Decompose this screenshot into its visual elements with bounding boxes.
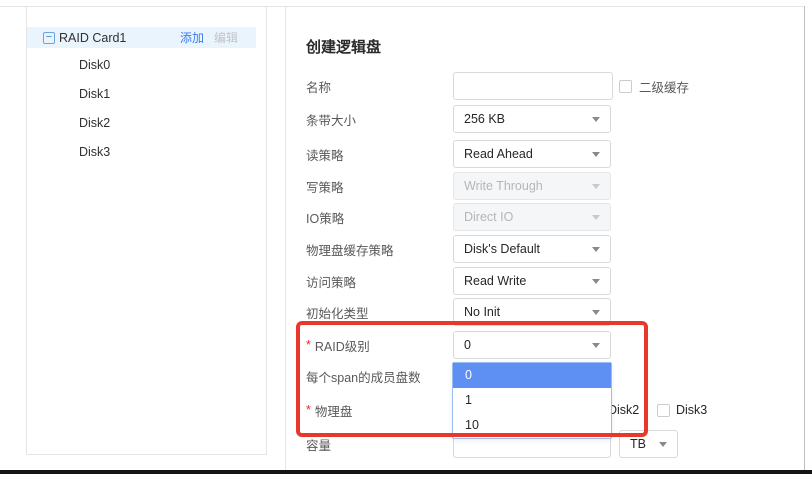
pd-cache-policy-label: 物理盘缓存策略 [306,240,453,259]
chevron-down-icon [592,247,600,252]
tree-node-label: RAID Card1 [59,31,126,45]
physical-disks-label: * 物理盘 [306,401,453,420]
io-policy-value: Direct IO [464,210,513,224]
tree-node-raid-card[interactable]: − RAID Card1 添加 编辑 [27,27,256,48]
stripe-size-value: 256 KB [464,112,505,126]
init-type-select[interactable]: No Init [453,298,611,326]
write-policy-select: Write Through [453,172,611,200]
frame-right-border [804,6,805,471]
chevron-down-icon [592,152,600,157]
chevron-down-icon [592,215,600,220]
stripe-size-label: 条带大小 [306,110,453,129]
chevron-down-icon [592,310,600,315]
row-pd-cache-policy: 物理盘缓存策略 Disk's Default [306,235,611,263]
access-policy-select[interactable]: Read Write [453,267,611,295]
disk2-label: Disk2 [608,403,639,417]
row-io-policy: IO策略 Direct IO [306,203,611,231]
required-asterisk: * [306,338,311,352]
name-label: 名称 [306,77,453,96]
bottom-black-line [0,470,812,474]
row-name: 名称 二级缓存 [306,72,689,100]
tree-node-disk2[interactable]: Disk2 [79,114,110,132]
access-policy-label: 访问策略 [306,272,453,291]
tree-node-disk1[interactable]: Disk1 [79,85,110,103]
chevron-down-icon [592,343,600,348]
read-policy-label: 读策略 [306,145,453,164]
chevron-down-icon [592,279,600,284]
capacity-unit-value: TB [630,437,646,451]
tree-node-disk3[interactable]: Disk3 [79,143,110,161]
raid-level-label: * RAID级别 [306,336,453,355]
chevron-down-icon [592,184,600,189]
tree-actions: 添加 编辑 [180,29,238,46]
read-policy-value: Read Ahead [464,147,533,161]
row-read-policy: 读策略 Read Ahead [306,140,611,168]
row-access-policy: 访问策略 Read Write [306,267,611,295]
raid-option-0[interactable]: 0 [453,363,611,388]
row-init-type: 初始化类型 No Init [306,298,611,326]
capacity-label: 容量 [306,435,453,454]
raid-level-dropdown: 0 1 10 [452,362,612,439]
collapse-icon[interactable]: − [43,32,55,44]
capacity-unit-select[interactable]: TB [619,430,678,458]
span-members-label: 每个span的成员盘数 [306,367,453,386]
secondary-cache-checkbox[interactable] [619,80,632,93]
read-policy-select[interactable]: Read Ahead [453,140,611,168]
stripe-size-select[interactable]: 256 KB [453,105,611,133]
tree-node-disk0[interactable]: Disk0 [79,56,110,74]
write-policy-value: Write Through [464,179,543,193]
raid-option-1[interactable]: 1 [453,388,611,413]
edit-link[interactable]: 编辑 [214,29,238,46]
name-input[interactable] [453,72,613,100]
write-policy-label: 写策略 [306,177,453,196]
init-type-label: 初始化类型 [306,303,453,322]
pd-cache-policy-select[interactable]: Disk's Default [453,235,611,263]
access-policy-value: Read Write [464,274,526,288]
pd-cache-policy-value: Disk's Default [464,242,540,256]
screenshot-canvas: − RAID Card1 添加 编辑 Disk0 Disk1 Disk2 Dis… [0,0,812,479]
io-policy-label: IO策略 [306,208,453,227]
chevron-down-icon [592,117,600,122]
raid-option-10[interactable]: 10 [453,413,611,438]
disk3-label: Disk3 [676,403,707,417]
raid-level-value: 0 [464,338,471,352]
row-write-policy: 写策略 Write Through [306,172,611,200]
row-raid-level: * RAID级别 0 [306,331,611,359]
init-type-value: No Init [464,305,500,319]
chevron-down-icon [659,442,667,447]
raid-level-select[interactable]: 0 [453,331,611,359]
secondary-cache-option: 二级缓存 [619,77,689,96]
secondary-cache-label: 二级缓存 [639,77,689,96]
disk3-option: Disk3 [657,403,725,417]
row-stripe-size: 条带大小 256 KB [306,105,611,133]
required-asterisk: * [306,403,311,417]
io-policy-select: Direct IO [453,203,611,231]
page-title: 创建逻辑盘 [306,36,381,57]
raid-tree-panel: − RAID Card1 添加 编辑 Disk0 Disk1 Disk2 Dis… [26,7,267,455]
disk3-checkbox[interactable] [657,404,670,417]
row-span-members: 每个span的成员盘数 [306,362,453,390]
add-link[interactable]: 添加 [180,29,204,46]
